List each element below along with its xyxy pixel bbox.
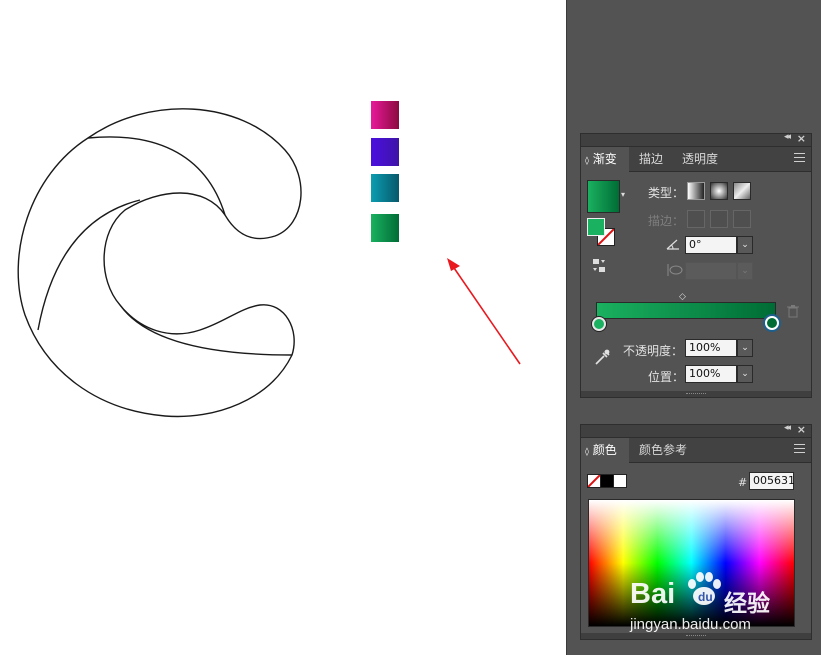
- baidu-watermark: Bai du 经验 jingyan.baidu.com: [628, 566, 818, 636]
- position-label: 位置：: [648, 370, 685, 384]
- artboard-canvas[interactable]: [0, 0, 566, 655]
- gradient-swatch-green[interactable]: [371, 214, 399, 242]
- stroke-along-button[interactable]: [710, 210, 728, 228]
- angle-icon: [665, 237, 681, 254]
- c-inner-wave-bottom[interactable]: [119, 304, 293, 356]
- delete-stop-icon[interactable]: [787, 305, 799, 321]
- gradient-swatch-violet[interactable]: [371, 138, 399, 166]
- aspect-ratio-field[interactable]: [685, 262, 737, 280]
- fill-swatch[interactable]: [587, 218, 605, 236]
- aspect-ratio-dropdown[interactable]: ⌄: [737, 262, 753, 280]
- baidu-brand-text: Bai: [630, 578, 676, 610]
- eyedropper-icon[interactable]: [593, 348, 611, 369]
- close-icon[interactable]: ×: [797, 423, 806, 436]
- swap-fill-stroke-icon[interactable]: [591, 258, 607, 274]
- hex-field[interactable]: 005631: [749, 472, 795, 490]
- gradient-stop-start[interactable]: [592, 317, 606, 331]
- stroke-across-button[interactable]: [733, 210, 751, 228]
- gradient-preview-dropdown-icon[interactable]: ▾: [621, 190, 625, 199]
- baidu-jingyan-text: 经验: [724, 591, 770, 617]
- collapse-icon[interactable]: ◂◂: [784, 423, 791, 433]
- tab-stepper-icon: ◊: [585, 156, 589, 165]
- gradient-preview-swatch[interactable]: [587, 180, 620, 213]
- annotation-arrow-head: [447, 258, 460, 271]
- color-panel-titlebar[interactable]: ◂◂ ×: [581, 423, 811, 438]
- opacity-dropdown[interactable]: ⌄: [737, 339, 753, 357]
- close-icon[interactable]: ×: [797, 132, 806, 145]
- linear-gradient-button[interactable]: [687, 182, 705, 200]
- midpoint-diamond-icon[interactable]: ◇: [679, 292, 686, 302]
- type-label: 类型：: [648, 186, 685, 200]
- none-swatch[interactable]: [587, 474, 601, 488]
- position-field[interactable]: 100%: [685, 365, 737, 383]
- svg-text:du: du: [698, 590, 713, 604]
- c-logo-outline[interactable]: [0, 0, 566, 655]
- gradient-panel-resize-grip[interactable]: [581, 391, 811, 397]
- gradient-swatch-teal[interactable]: [371, 174, 399, 202]
- stroke-within-button[interactable]: [687, 210, 705, 228]
- angle-dropdown[interactable]: ⌄: [737, 236, 753, 254]
- gradient-swatch-magenta[interactable]: [371, 101, 399, 129]
- opacity-label: 不透明度：: [623, 344, 684, 358]
- gradient-panel: ◂◂ × ◊ 渐变 描边 透明度 ▾ 类型： 描边： 0° ⌄ ⌄ ◇ 不透明度…: [580, 132, 812, 398]
- aspect-ratio-icon: [665, 263, 683, 280]
- collapse-icon[interactable]: ◂◂: [784, 132, 791, 142]
- annotation-arrow-line: [451, 264, 521, 365]
- tab-stepper-icon: ◊: [585, 447, 589, 456]
- tab-stroke[interactable]: 描边: [631, 147, 671, 171]
- tab-color[interactable]: ◊ 颜色: [581, 438, 629, 463]
- color-panel-tabbar: ◊ 颜色 颜色参考: [581, 438, 811, 463]
- white-swatch[interactable]: [613, 474, 627, 488]
- black-swatch[interactable]: [600, 474, 614, 488]
- radial-gradient-button[interactable]: [710, 182, 728, 200]
- freeform-gradient-button[interactable]: [733, 182, 751, 200]
- panel-menu-icon[interactable]: [794, 444, 805, 453]
- angle-field[interactable]: 0°: [685, 236, 737, 254]
- tab-gradient[interactable]: ◊ 渐变: [581, 147, 629, 172]
- gradient-panel-titlebar[interactable]: ◂◂ ×: [581, 132, 811, 147]
- gradient-panel-tabbar: ◊ 渐变 描边 透明度: [581, 147, 811, 172]
- baidu-paw-icon: du: [684, 568, 724, 612]
- gradient-stop-end[interactable]: [765, 316, 779, 330]
- c-inner-wave-top[interactable]: [87, 136, 226, 216]
- tab-color-guide[interactable]: 颜色参考: [631, 438, 695, 462]
- hex-hash-label: #: [738, 476, 748, 489]
- opacity-field[interactable]: 100%: [685, 339, 737, 357]
- position-dropdown[interactable]: ⌄: [737, 365, 753, 383]
- stroke-label: 描边：: [648, 214, 685, 228]
- gradient-slider-bar[interactable]: [596, 302, 776, 319]
- panel-menu-icon[interactable]: [794, 153, 805, 162]
- tab-transparency[interactable]: 透明度: [674, 147, 726, 171]
- baidu-url-text: jingyan.baidu.com: [630, 616, 751, 633]
